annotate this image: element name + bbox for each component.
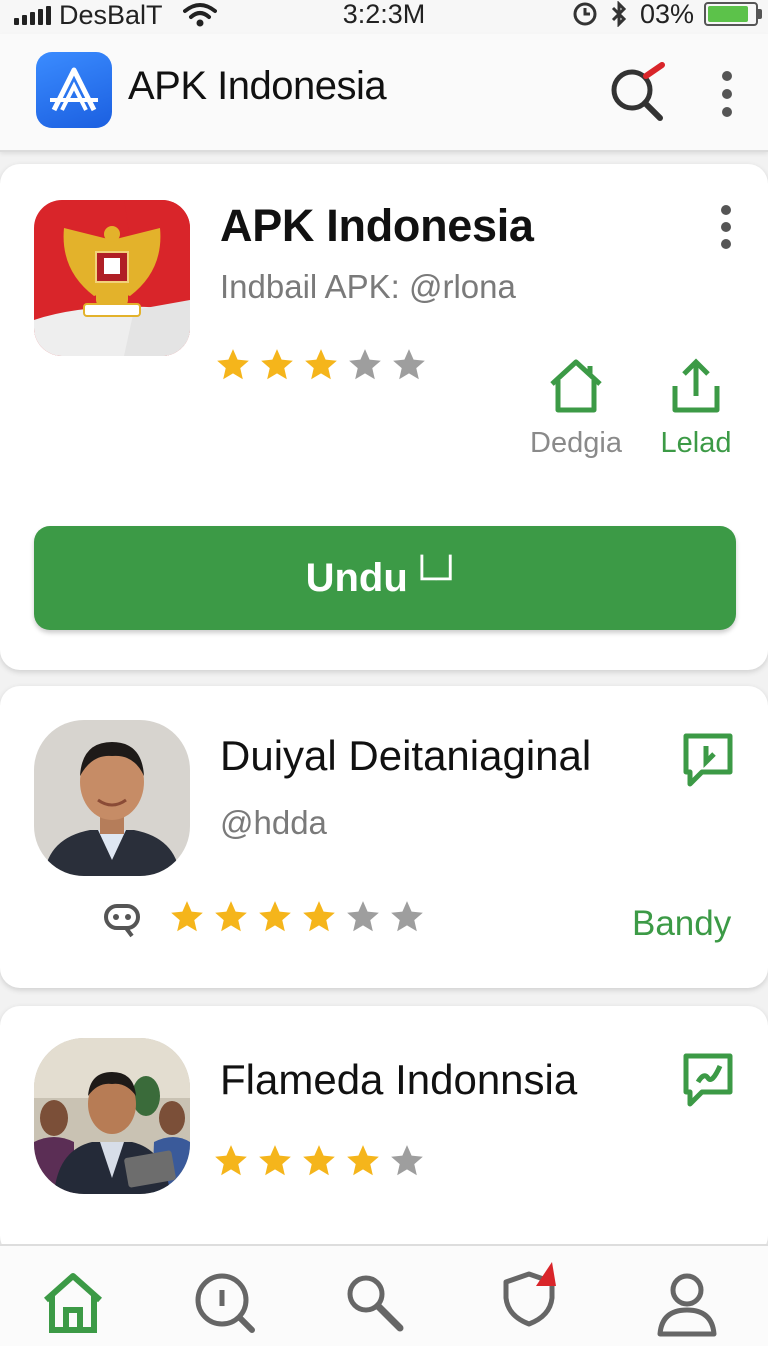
download-button[interactable]: Undu└┘ xyxy=(34,526,736,630)
profile-icon[interactable] xyxy=(652,1268,722,1338)
star-filled-icon xyxy=(259,901,291,932)
card-menu-icon[interactable] xyxy=(716,202,736,252)
star-empty-icon xyxy=(393,349,425,380)
comment-icon[interactable] xyxy=(102,902,142,938)
app-bar: APK Indonesia xyxy=(0,34,768,152)
star-filled-icon xyxy=(347,1145,379,1176)
star-filled-icon xyxy=(305,349,337,380)
indonesia-emblem-image xyxy=(34,200,190,356)
home-action[interactable]: Dedgia xyxy=(522,356,630,460)
chat-edit-icon[interactable] xyxy=(682,1052,734,1108)
search-icon[interactable] xyxy=(340,1268,410,1338)
item-tag[interactable]: Bandy xyxy=(632,904,731,944)
app-logo[interactable] xyxy=(36,52,112,128)
app-title: APK Indonesia xyxy=(128,64,387,108)
battery-percent: 03% xyxy=(639,0,694,29)
star-filled-icon xyxy=(303,1145,335,1176)
rating-stars xyxy=(212,1142,426,1180)
rating-stars xyxy=(214,346,428,384)
star-filled-icon xyxy=(217,349,249,380)
star-filled-icon xyxy=(303,901,335,932)
alarm-icon xyxy=(573,2,597,26)
star-filled-icon xyxy=(215,901,247,932)
bluetooth-icon xyxy=(611,1,627,27)
share-action-label: Lelad xyxy=(660,427,732,459)
search-icon[interactable] xyxy=(606,62,668,124)
item-title: Duiyal Deitaniaginal xyxy=(220,732,592,779)
rating-stars xyxy=(168,898,426,936)
item-handle: @hdda xyxy=(220,804,327,841)
star-filled-icon xyxy=(171,901,203,932)
battery-icon xyxy=(704,2,762,26)
featured-app-card[interactable]: APK Indonesia Indbail APK: @rlona Dedgia… xyxy=(0,164,768,670)
star-empty-icon xyxy=(391,901,423,932)
shield-icon[interactable] xyxy=(494,1258,564,1328)
chat-play-icon[interactable] xyxy=(682,732,734,788)
star-empty-icon xyxy=(347,901,379,932)
home-icon[interactable] xyxy=(38,1268,108,1338)
star-filled-icon xyxy=(261,349,293,380)
star-empty-icon xyxy=(349,349,381,380)
app-logo-icon xyxy=(50,67,98,112)
photo-thumbnail xyxy=(34,1038,190,1194)
star-filled-icon xyxy=(259,1145,291,1176)
home-outline-icon xyxy=(550,359,602,413)
bottom-navigation xyxy=(0,1244,768,1346)
star-filled-icon xyxy=(215,1145,247,1176)
overflow-menu-icon[interactable] xyxy=(712,68,742,120)
item-title: Flameda Indonnsia xyxy=(220,1056,578,1103)
list-item[interactable]: Duiyal Deitaniaginal @hdda Bandy xyxy=(0,686,768,988)
share-icon xyxy=(672,358,720,413)
star-empty-icon xyxy=(391,1145,423,1176)
discover-icon[interactable] xyxy=(190,1268,260,1338)
home-action-label: Dedgia xyxy=(530,427,622,459)
app-subtitle: Indbail APK: @rlona xyxy=(220,268,516,305)
status-bar: DesBalT 3:2:3M 03% xyxy=(0,0,768,34)
app-name: APK Indonesia xyxy=(220,200,534,251)
share-action[interactable]: Lelad xyxy=(648,356,744,460)
list-item[interactable]: Flameda Indonnsia xyxy=(0,1006,768,1256)
avatar xyxy=(34,720,190,876)
status-right: 03% xyxy=(572,0,762,29)
